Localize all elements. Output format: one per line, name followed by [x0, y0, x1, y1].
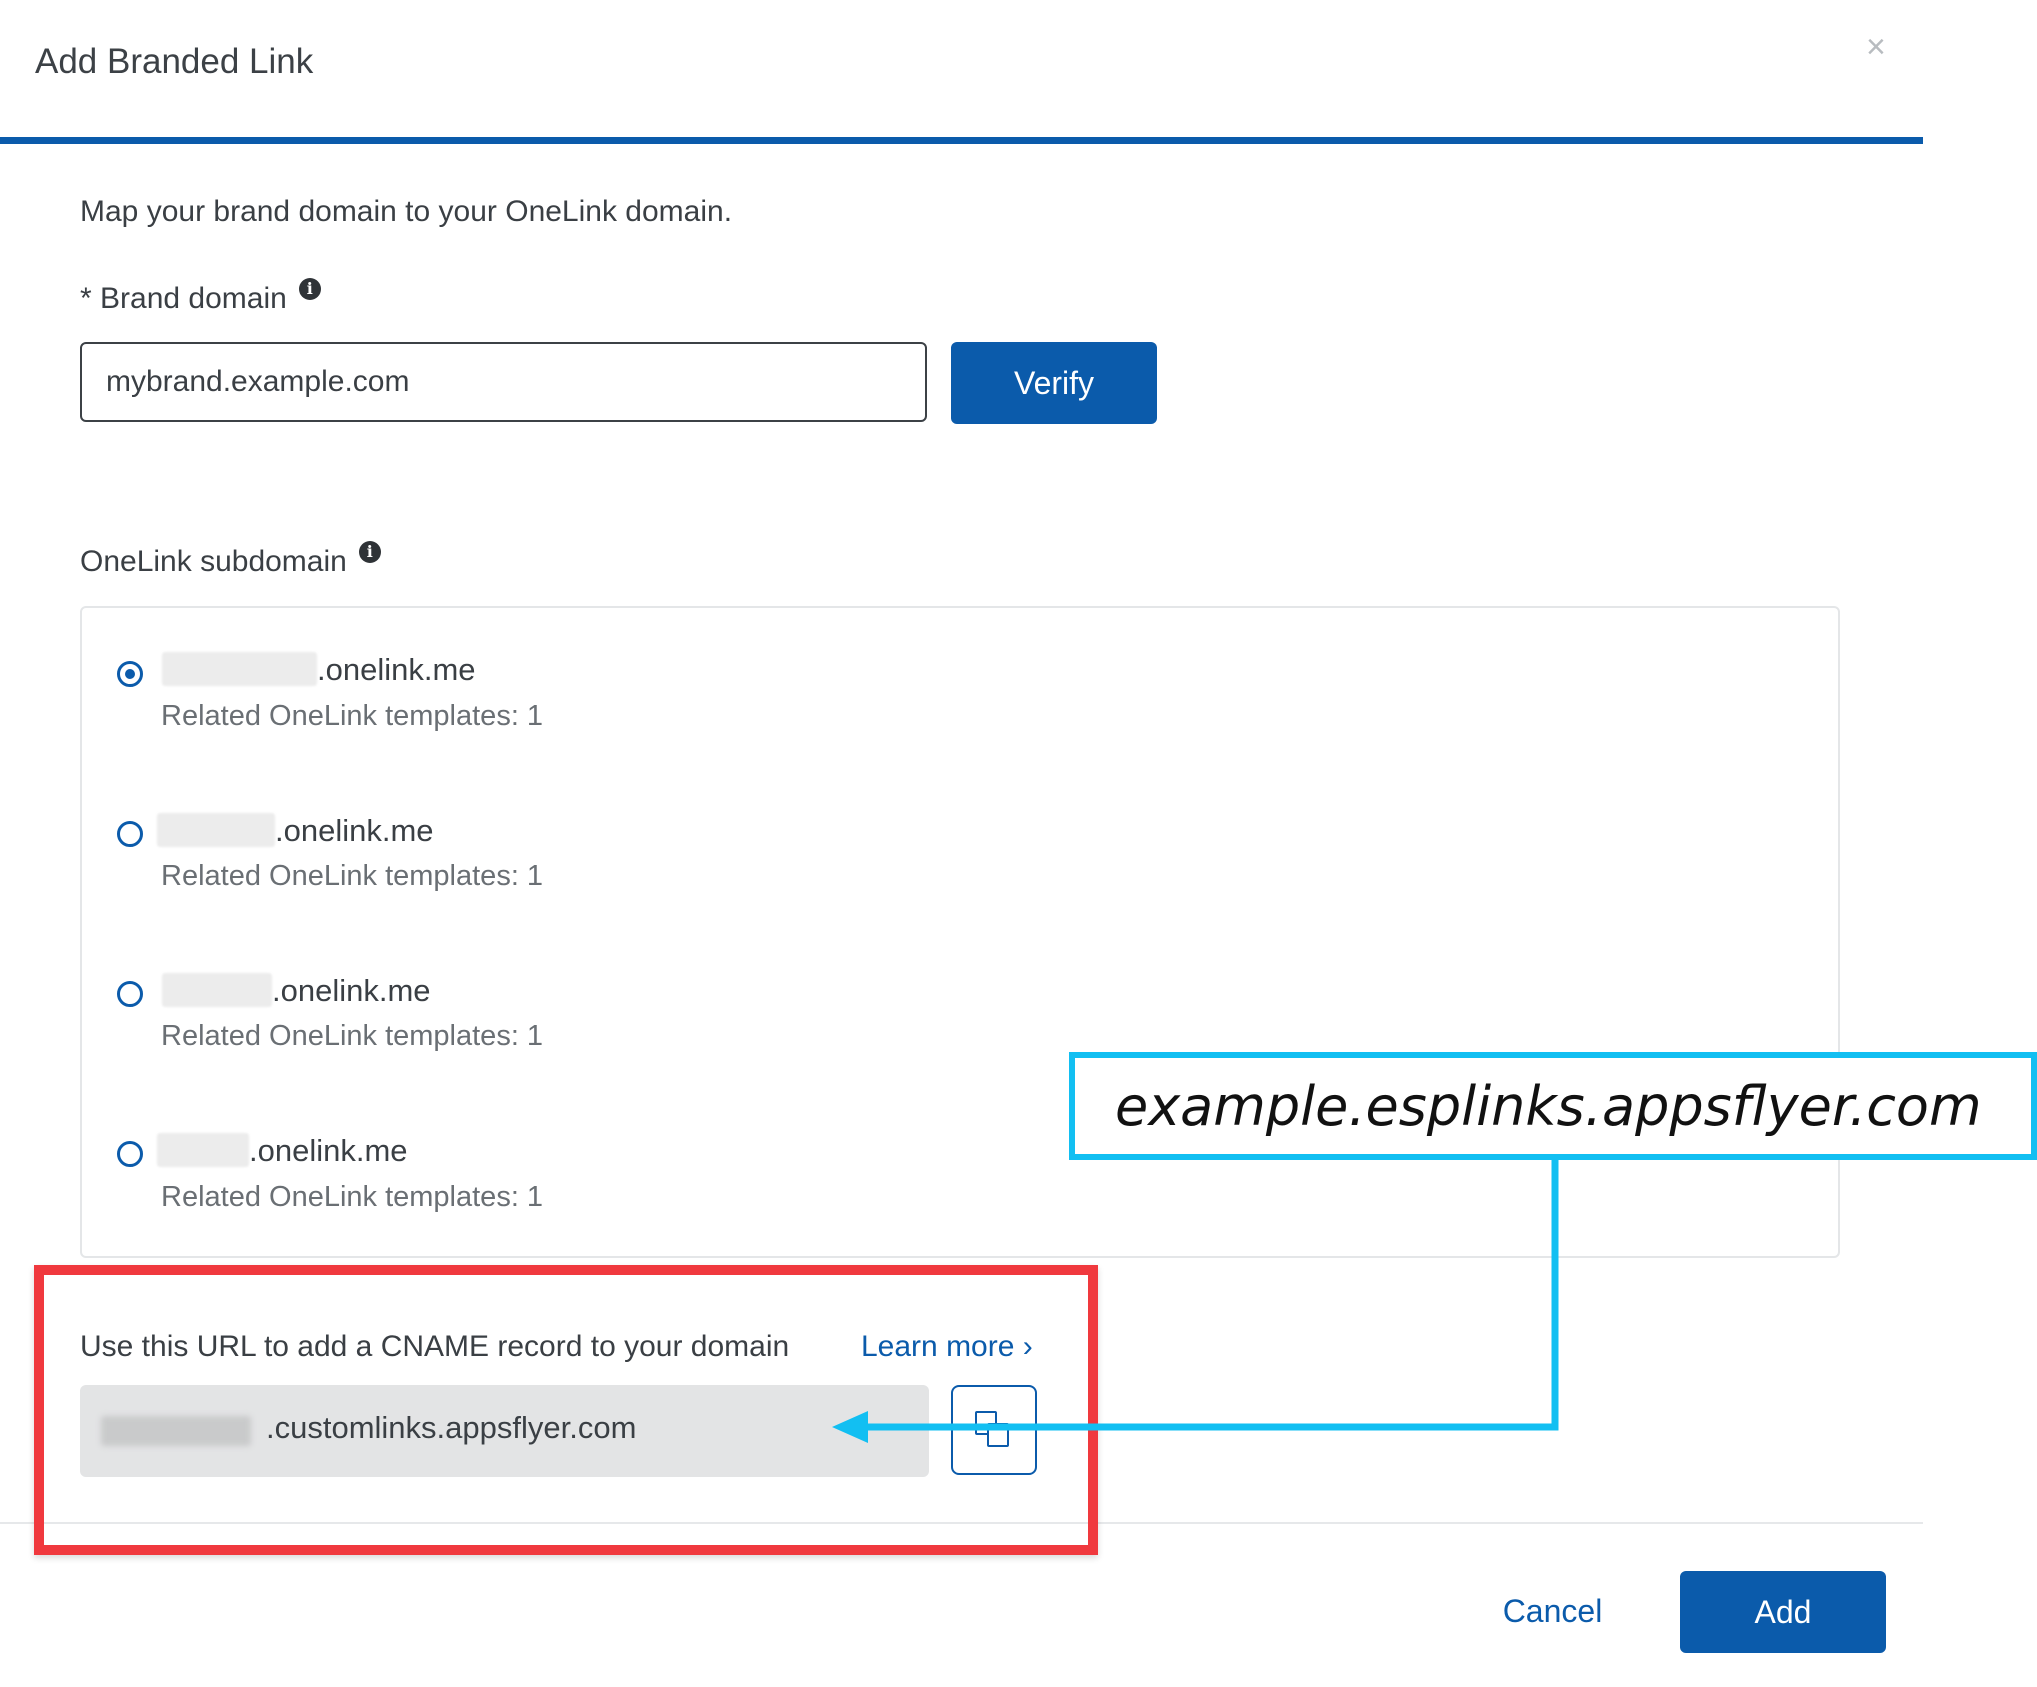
- arrow-head-icon: [832, 1411, 868, 1443]
- callout-box: example.esplinks.appsflyer.com: [1069, 1052, 2037, 1160]
- callout-connector: [832, 1160, 1559, 1443]
- callout-text: example.esplinks.appsflyer.com: [1115, 1074, 1982, 1138]
